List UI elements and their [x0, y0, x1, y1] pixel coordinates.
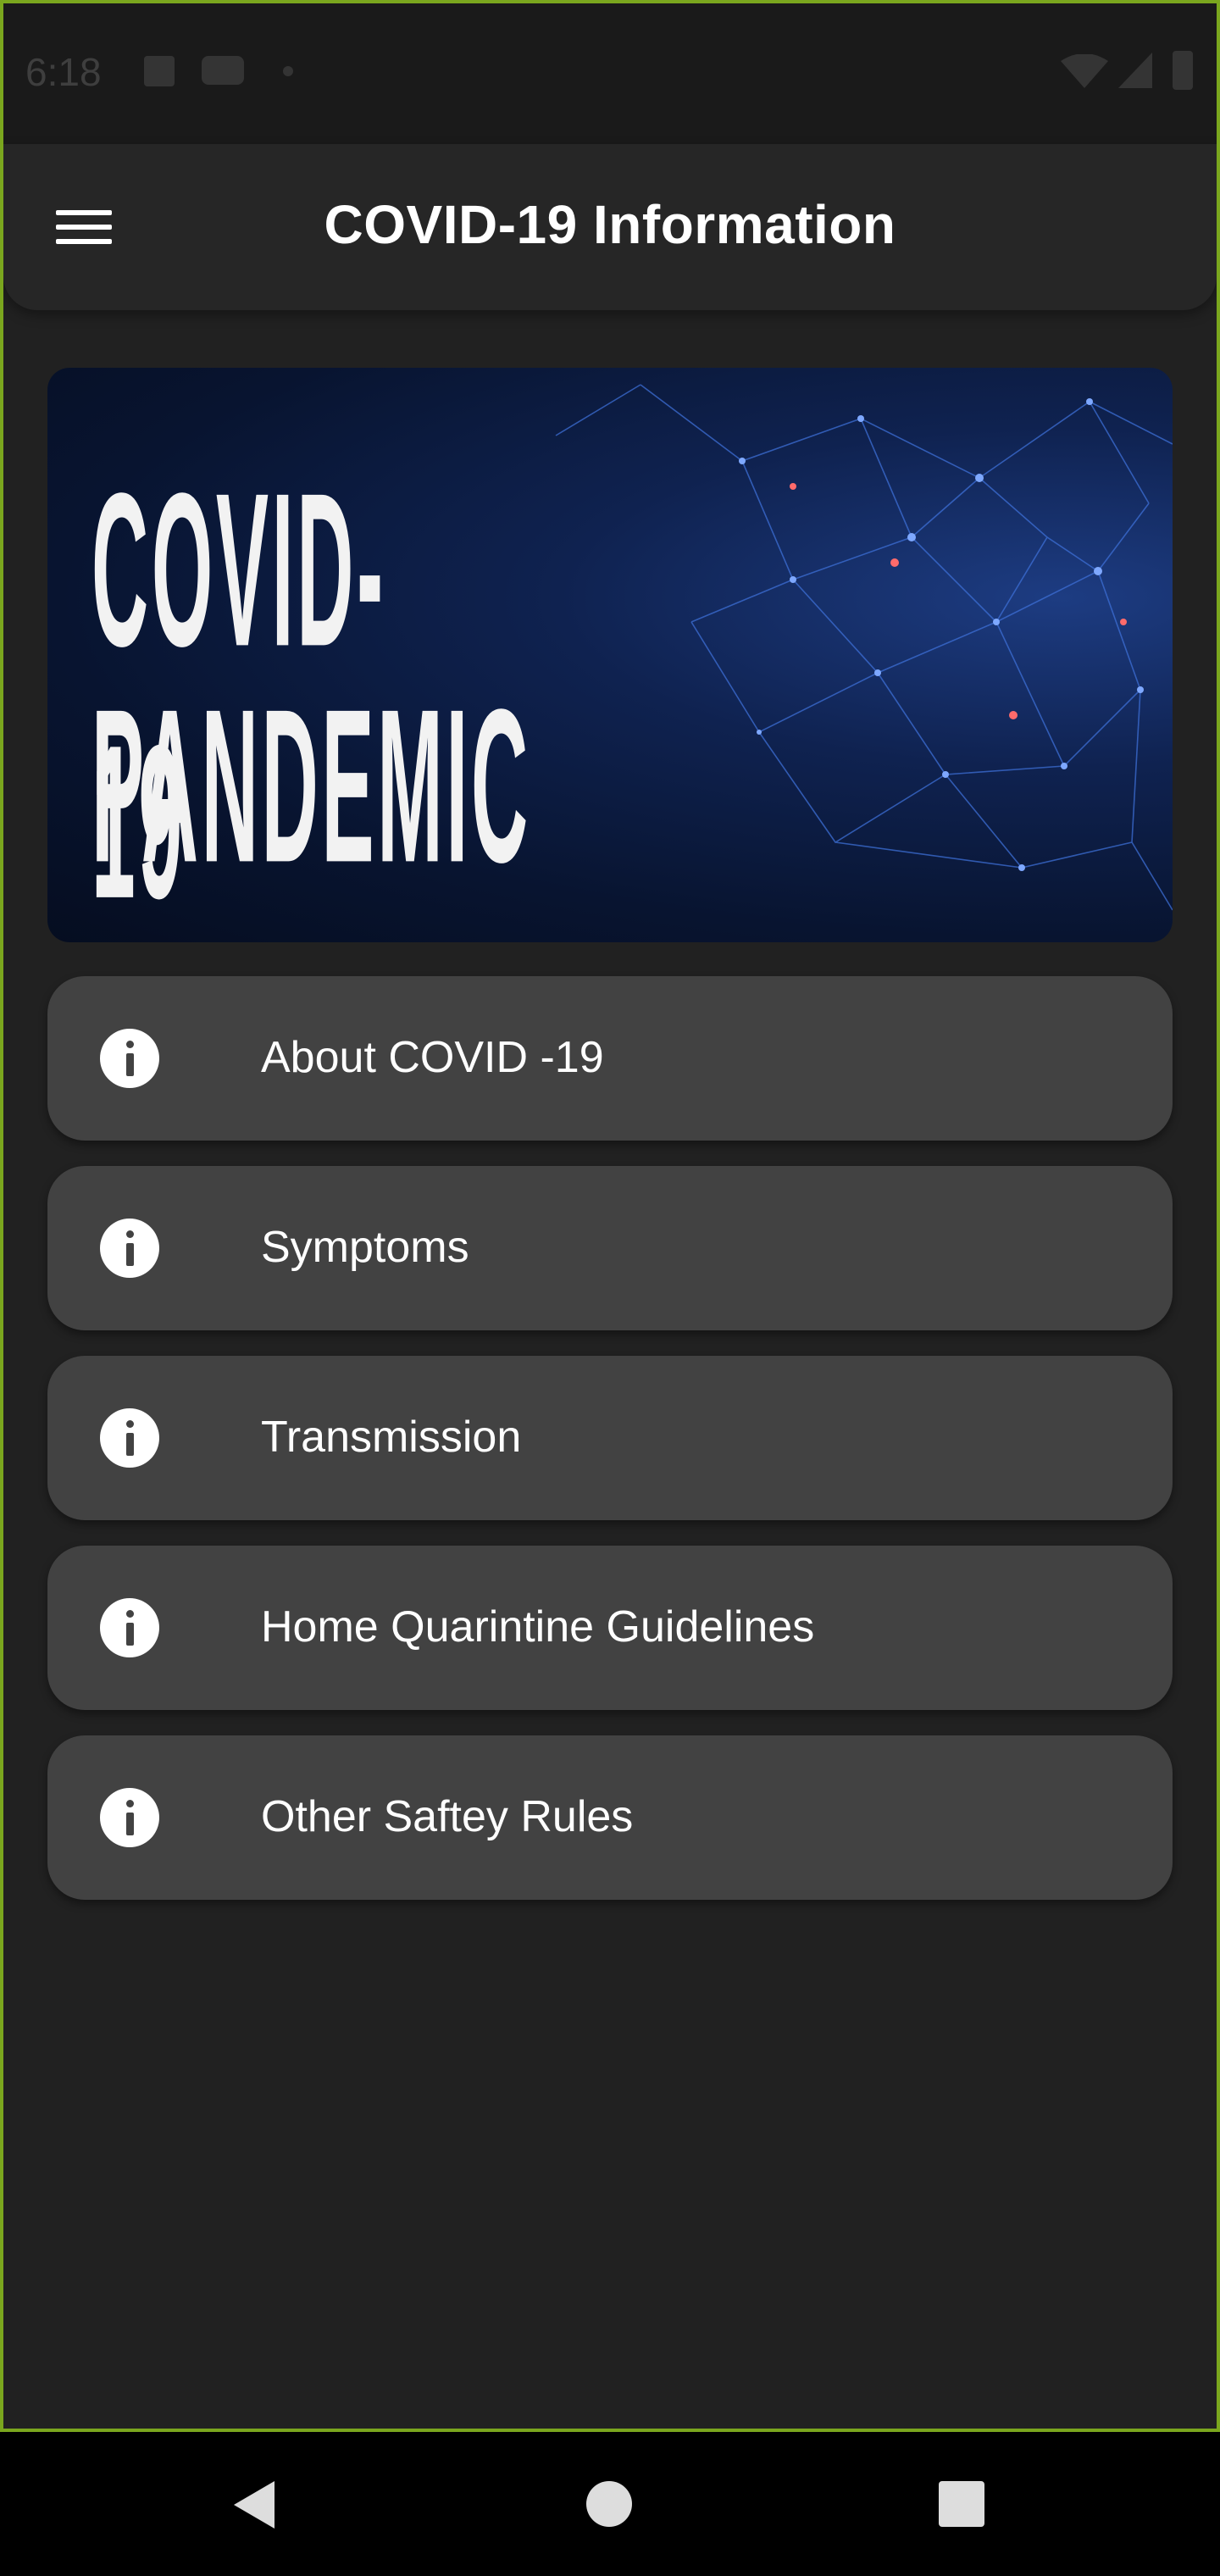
- menu-item-symptoms[interactable]: Symptoms: [47, 1166, 1173, 1330]
- info-icon: [100, 1219, 159, 1278]
- menu-item-label: Home Quarintine Guidelines: [261, 1602, 815, 1652]
- a-notification-icon: [144, 56, 175, 86]
- menu-item-label: Other Saftey Rules: [261, 1792, 634, 1841]
- info-icon: [100, 1029, 159, 1088]
- app-bar: COVID-19 Information: [3, 144, 1217, 310]
- menu-item-home-quarantine[interactable]: Home Quarintine Guidelines: [47, 1546, 1173, 1710]
- signal-icon: [1118, 53, 1152, 88]
- menu-item-label: Transmission: [261, 1413, 522, 1462]
- info-icon: [100, 1788, 159, 1847]
- menu-item-safety-rules[interactable]: Other Saftey Rules: [47, 1735, 1173, 1900]
- status-time: 6:18: [25, 50, 102, 94]
- menu-item-about-covid[interactable]: About COVID -19: [47, 976, 1173, 1141]
- menu-item-label: Symptoms: [261, 1223, 469, 1272]
- back-icon[interactable]: [234, 2481, 274, 2529]
- battery-icon: [1173, 51, 1193, 90]
- home-icon[interactable]: [586, 2481, 632, 2527]
- covid-banner-image: COVID-19 PANDEMIC: [47, 368, 1173, 942]
- info-icon: [100, 1408, 159, 1468]
- recents-icon[interactable]: [939, 2481, 984, 2527]
- status-bar: 6:18: [0, 0, 1220, 144]
- menu-item-transmission[interactable]: Transmission: [47, 1356, 1173, 1520]
- screen: 6:18 COVID-19 Information COVID-19 PANDE…: [0, 0, 1220, 2576]
- youtube-icon: [202, 56, 244, 85]
- banner-title-line2: PANDEMIC: [92, 663, 531, 908]
- page-title: COVID-19 Information: [324, 194, 896, 255]
- wifi-icon: [1061, 54, 1108, 88]
- dot-icon: [283, 66, 293, 76]
- info-icon: [100, 1598, 159, 1657]
- menu-item-label: About COVID -19: [261, 1033, 604, 1082]
